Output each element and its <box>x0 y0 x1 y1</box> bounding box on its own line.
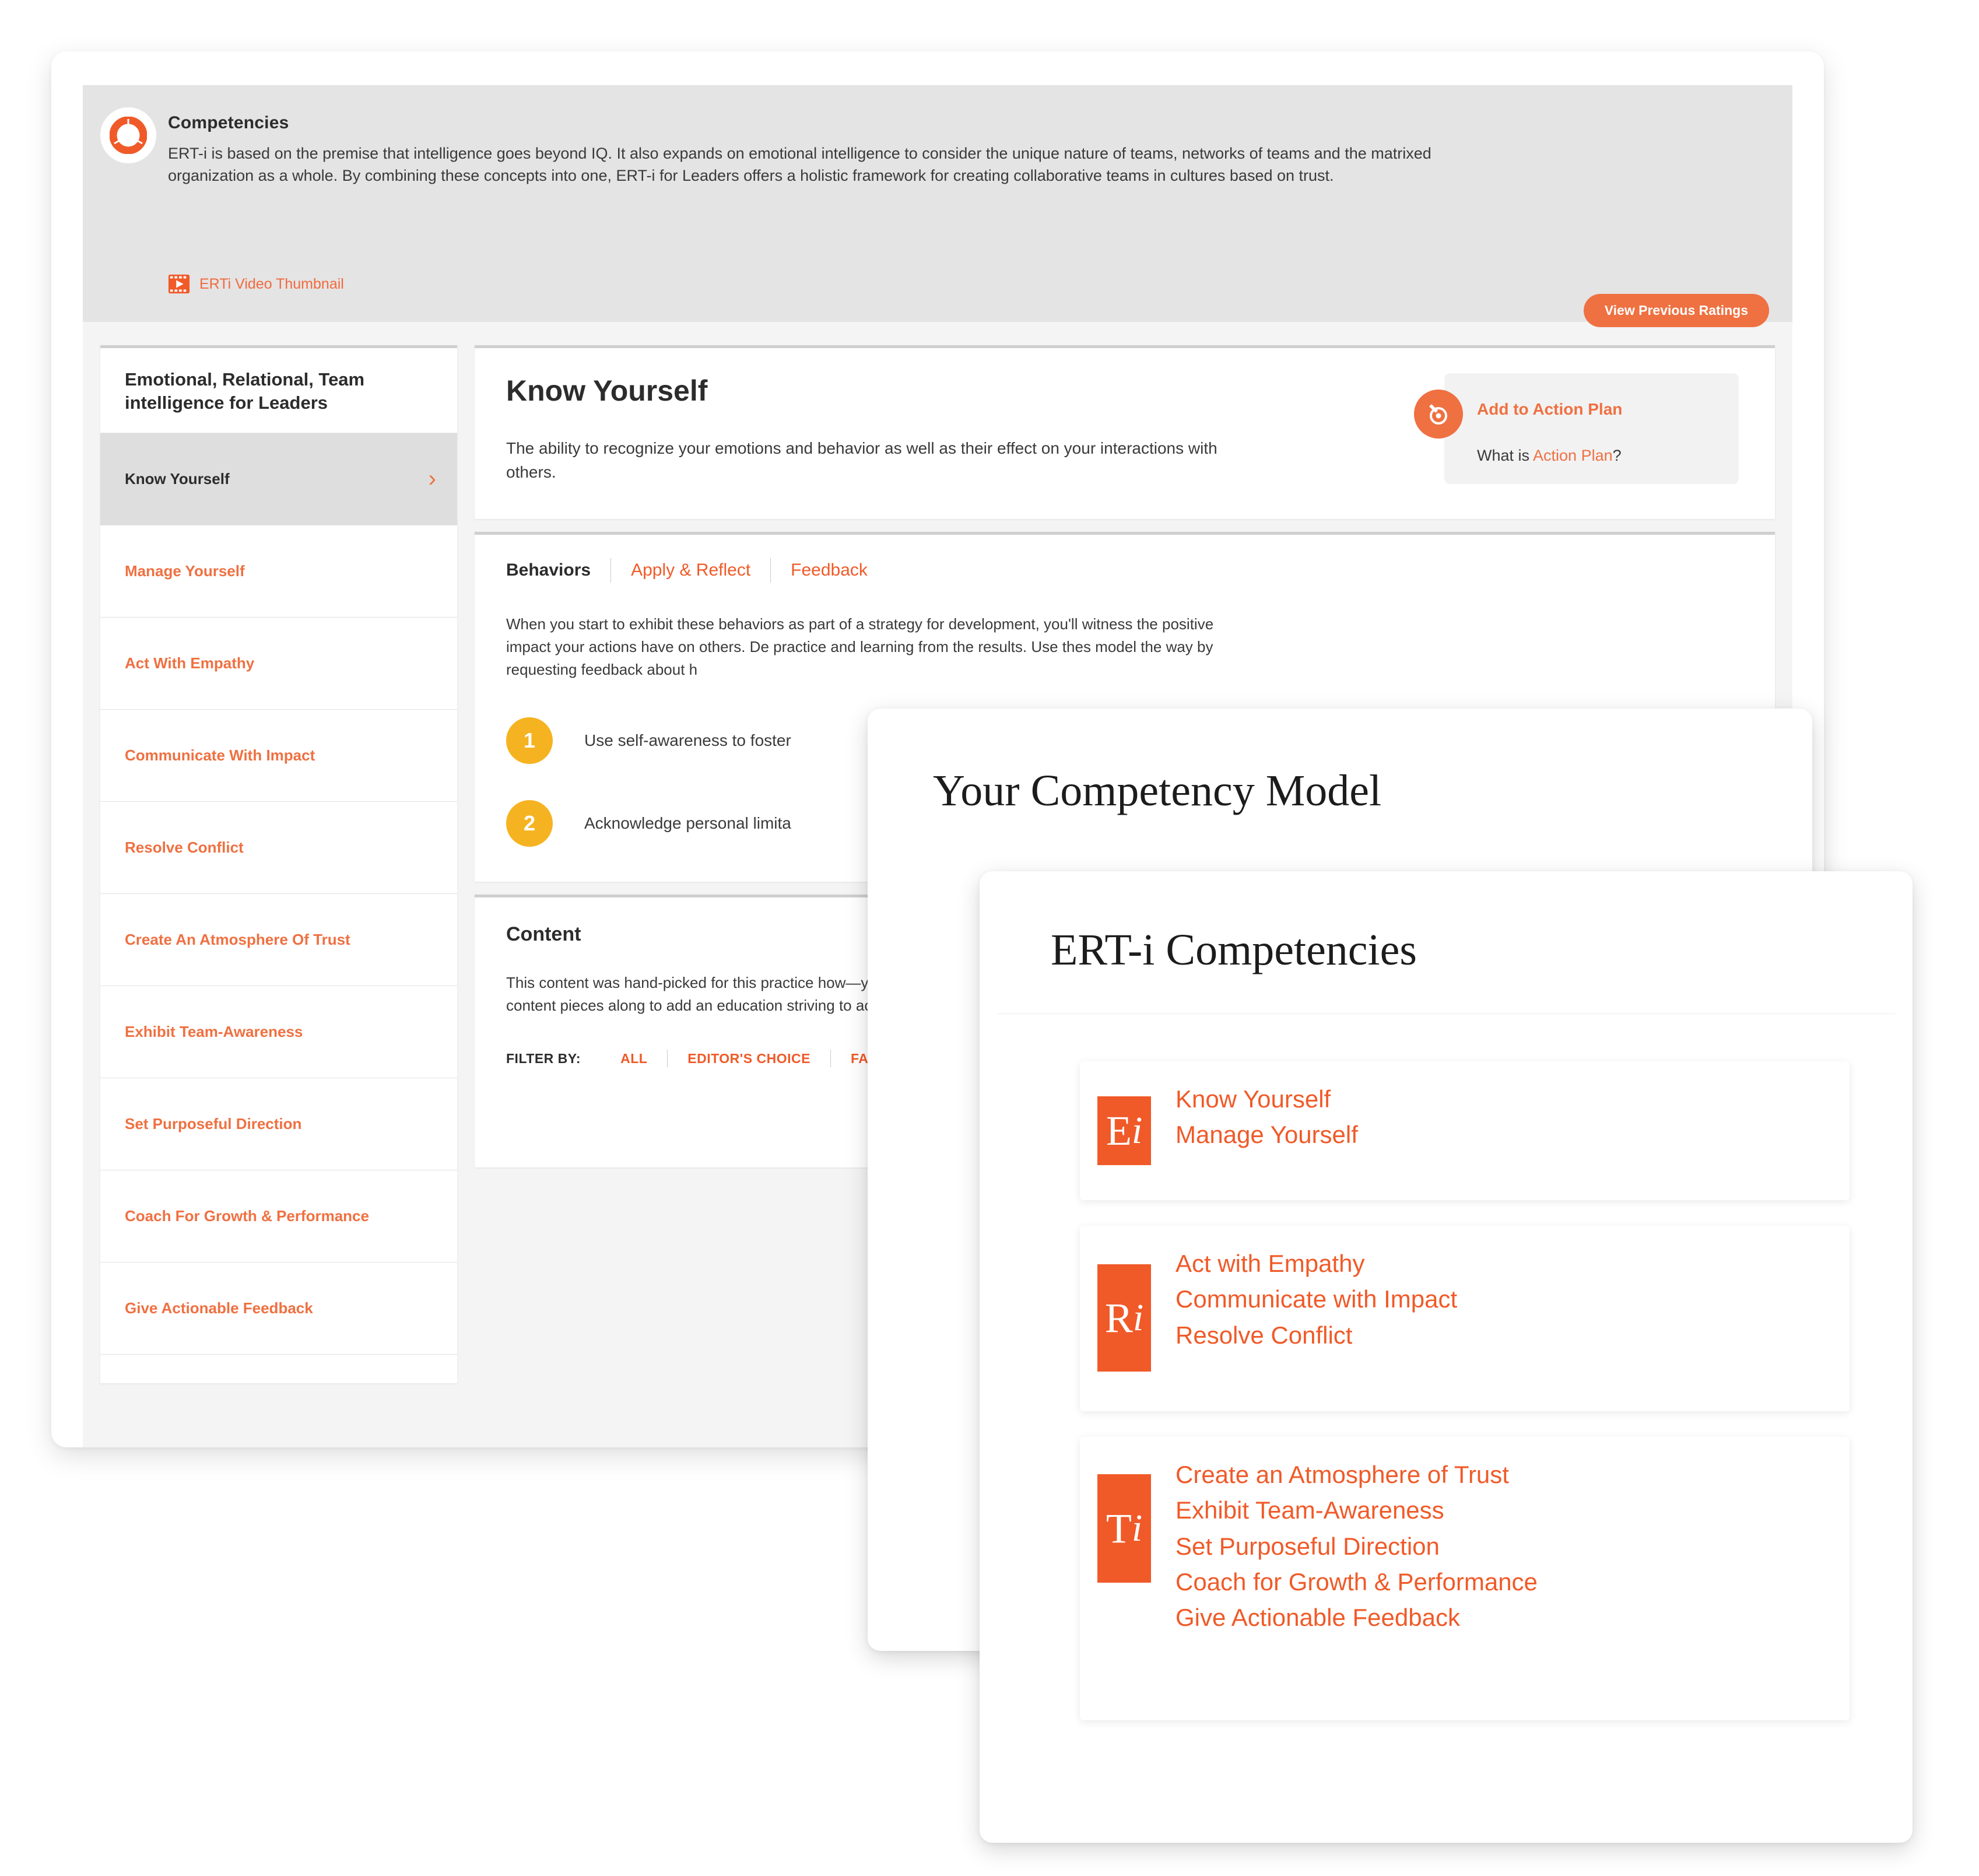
erti-competencies-title: ERT-i Competencies <box>1051 925 1417 974</box>
sidebar-item-label: Know Yourself <box>125 469 230 488</box>
list-item[interactable]: Communicate with Impact <box>1176 1281 1457 1317</box>
sidebar-item-label: Give Actionable Feedback <box>125 1299 313 1317</box>
chevron-right-icon: › <box>428 466 436 492</box>
behaviors-tabs: Behaviors Apply & Reflect Feedback <box>506 558 1743 583</box>
sidebar-item-label: Communicate With Impact <box>125 746 315 764</box>
banner-title: Competencies <box>168 113 289 132</box>
sidebar-item-manage-yourself[interactable]: Manage Yourself <box>100 525 457 618</box>
filter-by-label: FILTER BY: <box>506 1050 581 1066</box>
competency-group-ei: Ei Know Yourself Manage Yourself <box>1080 1061 1850 1200</box>
what-is-suffix: ? <box>1612 447 1622 464</box>
banner-heading-block: Competencies ERT-i is based on the premi… <box>168 113 1769 187</box>
competency-group-list: Act with Empathy Communicate with Impact… <box>1176 1243 1457 1353</box>
sidebar-title: Emotional, Relational, Team intelligence… <box>100 348 457 433</box>
film-play-icon <box>168 274 190 294</box>
list-item[interactable]: Coach for Growth & Performance <box>1176 1564 1538 1600</box>
filter-option-editors-choice[interactable]: EDITOR'S CHOICE <box>668 1051 830 1067</box>
sidebar-item-label: Act With Empathy <box>125 654 255 672</box>
behavior-number-badge: 2 <box>506 800 553 847</box>
competency-group-list: Know Yourself Manage Yourself <box>1176 1079 1358 1153</box>
sidebar-item-label: Set Purposeful Direction <box>125 1114 302 1132</box>
sidebar-item-know-yourself[interactable]: Know Yourself › <box>100 433 457 525</box>
action-plan-card: Add to Action Plan What is Action Plan? <box>1414 373 1739 484</box>
tab-feedback[interactable]: Feedback <box>771 560 887 580</box>
sidebar-item-resolve-conflict[interactable]: Resolve Conflict <box>100 802 457 894</box>
competency-sidebar: Emotional, Relational, Team intelligence… <box>100 345 457 1383</box>
competency-detail-panel: Know Yourself The ability to recognize y… <box>475 345 1775 520</box>
erti-video-thumbnail-link[interactable]: ERTi Video Thumbnail <box>168 273 344 295</box>
competencies-donut-icon <box>100 107 156 163</box>
ri-badge-icon: Ri <box>1097 1264 1151 1372</box>
sidebar-item-set-purposeful-direction[interactable]: Set Purposeful Direction <box>100 1078 457 1170</box>
tab-apply-and-reflect[interactable]: Apply & Reflect <box>611 560 770 580</box>
behaviors-intro-text: When you start to exhibit these behavior… <box>506 615 1214 679</box>
sidebar-item-label: Create An Atmosphere Of Trust <box>125 930 350 948</box>
sidebar-item-give-actionable-feedback[interactable]: Give Actionable Feedback <box>100 1263 457 1355</box>
badge-letter: E <box>1106 1107 1132 1154</box>
sidebar-item-exhibit-team-awareness[interactable]: Exhibit Team-Awareness <box>100 986 457 1078</box>
list-item[interactable]: Manage Yourself <box>1176 1117 1358 1152</box>
badge-sub: i <box>1131 1507 1143 1549</box>
behavior-text: Use self-awareness to foster <box>584 731 791 750</box>
list-item[interactable]: Know Yourself <box>1176 1081 1358 1117</box>
filter-option-all[interactable]: ALL <box>601 1051 667 1067</box>
list-item[interactable]: Resolve Conflict <box>1176 1317 1457 1353</box>
sidebar-item-label: Manage Yourself <box>125 562 245 580</box>
sidebar-item-label: Exhibit Team-Awareness <box>125 1022 303 1040</box>
badge-letter: T <box>1106 1505 1132 1552</box>
competency-group-ri: Ri Act with Empathy Communicate with Imp… <box>1080 1226 1850 1411</box>
tab-behaviors[interactable]: Behaviors <box>506 560 610 580</box>
add-to-action-plan-link[interactable]: Add to Action Plan <box>1477 400 1622 419</box>
badge-letter: R <box>1104 1295 1133 1341</box>
sidebar-item-create-an-atmosphere-of-trust[interactable]: Create An Atmosphere Of Trust <box>100 894 457 986</box>
list-item[interactable]: Exhibit Team-Awareness <box>1176 1492 1538 1528</box>
target-pin-icon <box>1414 390 1463 439</box>
sidebar-item-communicate-with-impact[interactable]: Communicate With Impact <box>100 710 457 802</box>
behavior-number-badge: 1 <box>506 717 553 765</box>
list-item[interactable]: Give Actionable Feedback <box>1176 1600 1538 1635</box>
what-is-prefix: What is <box>1477 447 1534 464</box>
what-is-action-plan-text: What is Action Plan? <box>1477 447 1622 465</box>
ei-badge-icon: Ei <box>1097 1096 1151 1165</box>
badge-sub: i <box>1131 1109 1143 1152</box>
competency-group-list: Create an Atmosphere of Trust Exhibit Te… <box>1176 1454 1538 1636</box>
list-item[interactable]: Act with Empathy <box>1176 1246 1457 1281</box>
erti-video-thumbnail-label: ERTi Video Thumbnail <box>199 275 344 292</box>
view-previous-ratings-button[interactable]: View Previous Ratings <box>1583 294 1769 327</box>
list-item[interactable]: Create an Atmosphere of Trust <box>1176 1457 1538 1492</box>
sidebar-item-coach-for-growth-and-performance[interactable]: Coach For Growth & Performance <box>100 1170 457 1263</box>
sidebar-item-label: Resolve Conflict <box>125 838 244 856</box>
screenshot-stage: Competencies ERT-i is based on the premi… <box>0 0 1979 1876</box>
competency-description: The ability to recognize your emotions a… <box>506 439 1217 481</box>
competencies-banner: Competencies ERT-i is based on the premi… <box>83 85 1792 327</box>
list-item[interactable]: Set Purposeful Direction <box>1176 1528 1538 1564</box>
your-competency-model-title: Your Competency Model <box>933 766 1382 815</box>
erti-competencies-card: ERT-i Competencies Ei Know Yourself Mana… <box>980 871 1913 1843</box>
ti-badge-icon: Ti <box>1097 1474 1151 1583</box>
sidebar-item-label: Coach For Growth & Performance <box>125 1207 369 1225</box>
badge-sub: i <box>1132 1296 1144 1339</box>
sidebar-item-act-with-empathy[interactable]: Act With Empathy <box>100 618 457 710</box>
banner-body-text: ERT-i is based on the premise that intel… <box>168 145 1431 185</box>
competency-group-ti: Ti Create an Atmosphere of Trust Exhibit… <box>1080 1437 1850 1720</box>
action-plan-link[interactable]: Action Plan <box>1533 447 1613 464</box>
behavior-text: Acknowledge personal limita <box>584 814 791 833</box>
